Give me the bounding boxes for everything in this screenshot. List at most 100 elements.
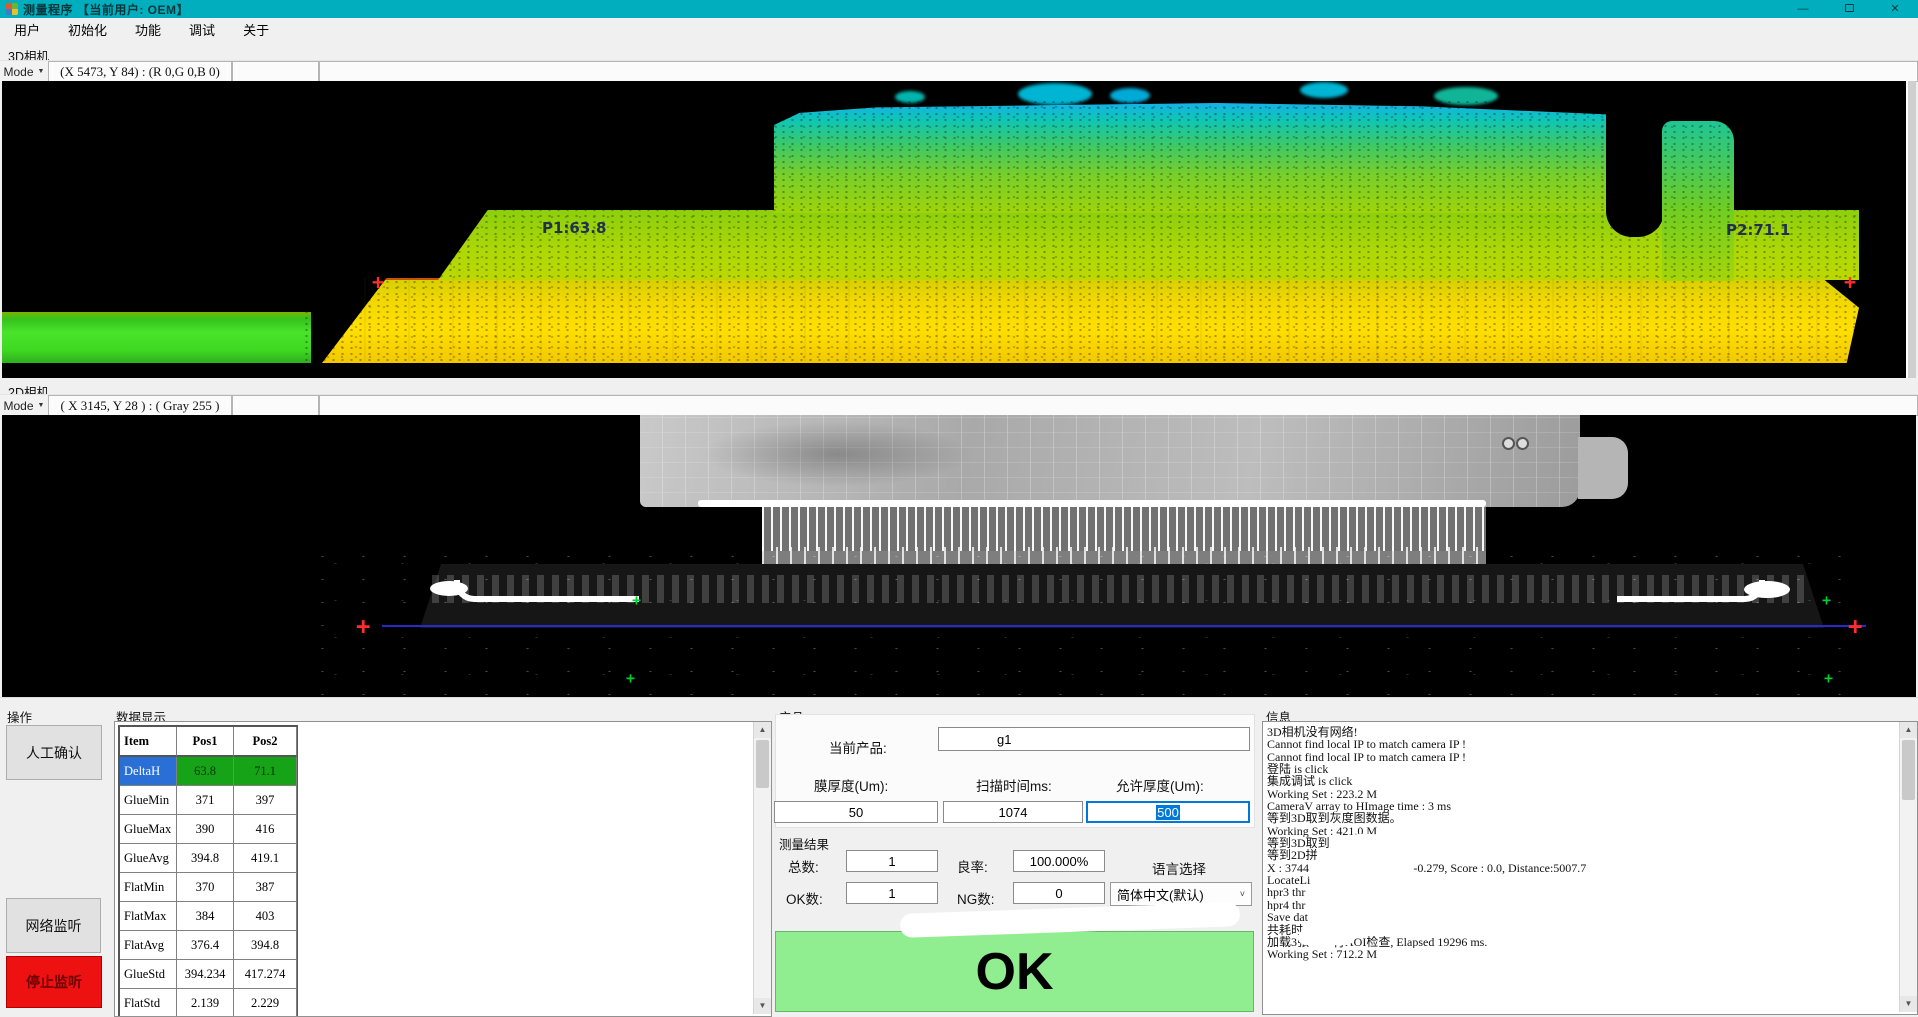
allow-thickness-input[interactable]: 500 (1086, 801, 1250, 823)
info-log-scrollbar[interactable]: ▲ ▼ (1899, 722, 1917, 1012)
result-status-banner: OK (775, 931, 1254, 1012)
title-bar: 测量程序 【当前用户: OEM】 — ✕ (0, 0, 1918, 18)
camera-3d-status-cell-3 (319, 61, 1918, 82)
scrollbar-thumb[interactable] (756, 740, 769, 788)
ok-count-label: OK数: (786, 888, 823, 908)
scroll-down-icon[interactable]: ▼ (754, 998, 771, 1014)
table-cell: GlueMin (120, 786, 177, 815)
camera-3d-mode-dropdown[interactable]: Mode ▼ (0, 61, 48, 82)
crosshair-marker: + (1848, 621, 1862, 631)
table-row[interactable]: FlatStd2.1392.229 (120, 989, 297, 1017)
camera-2d-image-view[interactable]: + + + + + + (2, 415, 1916, 697)
camera-2d-mode-dropdown[interactable]: Mode ▼ (0, 395, 48, 416)
camera-3d-status-cell-2 (232, 61, 319, 82)
table-row[interactable]: FlatMax384403 (120, 902, 297, 931)
redaction-blob (942, 730, 996, 748)
chevron-down-icon: ▼ (38, 402, 45, 409)
table-row[interactable]: FlatAvg376.4394.8 (120, 931, 297, 960)
chevron-down-icon: ▼ (38, 68, 45, 75)
redaction-blob (1298, 930, 1354, 945)
table-cell: FlatMin (120, 873, 177, 902)
scroll-up-icon[interactable]: ▲ (1900, 722, 1917, 738)
language-select-value: 简体中文(默认) (1117, 885, 1204, 904)
camera-2d-pixel-status: ( X 3145, Y 28 ) : ( Gray 255 ) (48, 395, 232, 416)
menu-bar: 用户初始化功能调试关于 (0, 18, 1918, 44)
crosshair-marker: + (356, 621, 370, 631)
window-title: 测量程序 【当前用户: OEM】 (23, 1, 189, 18)
pcb-via (1502, 437, 1515, 450)
locate-marker: + (1824, 673, 1833, 683)
menu-item-3[interactable]: 调试 (175, 18, 229, 44)
app-icon (6, 3, 18, 15)
camera-2d-status-cell-2 (232, 395, 319, 416)
yield-input[interactable]: 100.000% (1013, 850, 1105, 872)
table-cell: 63.8 (177, 757, 234, 786)
table-row[interactable]: FlatMin370387 (120, 873, 297, 902)
current-product-input[interactable]: g1 (938, 727, 1250, 751)
scroll-up-icon[interactable]: ▲ (754, 722, 771, 738)
table-cell: 417.274 (234, 960, 297, 989)
ng-count-input[interactable]: 0 (1013, 882, 1105, 904)
menu-item-0[interactable]: 用户 (0, 18, 54, 44)
yield-label: 良率: (957, 856, 988, 876)
menu-item-4[interactable]: 关于 (229, 18, 283, 44)
table-cell: 394.8 (234, 931, 297, 960)
data-table-scrollbar[interactable]: ▲ ▼ (753, 722, 771, 1014)
ok-count-input[interactable]: 1 (846, 882, 938, 904)
camera-3d-image-view[interactable]: P1:63.8 P2:71.1 + + (2, 81, 1916, 378)
log-line-7: 等到3D取到灰度图数据。 (1267, 812, 1897, 824)
heightmap-speckle (1300, 82, 1348, 98)
table-cell: FlatStd (120, 989, 177, 1017)
table-cell: 2.139 (177, 989, 234, 1017)
log-line-17: 加载3张 行AOI检查, Elapsed 19296 ms. (1267, 936, 1897, 948)
table-cell: 394.8 (177, 844, 234, 873)
table-cell: 416 (234, 815, 297, 844)
total-input[interactable]: 1 (846, 850, 938, 872)
data-display-box: ItemPos1Pos2DeltaH63.871.1GlueMin371397G… (114, 721, 772, 1017)
log-line-1: Cannot find local IP to match camera IP … (1267, 738, 1897, 750)
film-thickness-input[interactable]: 50 (774, 801, 938, 823)
log-line-4: 集成调试 is click (1267, 775, 1897, 787)
table-cell: 397 (234, 786, 297, 815)
table-cell: 370 (177, 873, 234, 902)
locate-marker: + (632, 595, 641, 605)
menu-item-2[interactable]: 功能 (121, 18, 175, 44)
network-listen-button[interactable]: 网络监听 (6, 898, 101, 953)
selected-text: 500 (1156, 805, 1180, 820)
table-cell: 403 (234, 902, 297, 931)
table-row[interactable]: GlueMin371397 (120, 786, 297, 815)
film-thickness-label: 膜厚度(Um): (814, 775, 888, 795)
table-row[interactable]: GlueAvg394.8419.1 (120, 844, 297, 873)
image-noise (302, 545, 1862, 695)
table-row[interactable]: GlueMax390416 (120, 815, 297, 844)
manual-confirm-button[interactable]: 人工确认 (6, 725, 102, 780)
scan-time-input[interactable]: 1074 (943, 801, 1083, 823)
bottom-panel: 操作 人工确认 网络监听 停止监听 数据显示 ItemPos1Pos2Delta… (0, 697, 1918, 1017)
total-label: 总数: (788, 856, 819, 876)
pcb-shade (702, 421, 972, 487)
log-line-0: 3D相机没有网络! (1267, 726, 1897, 738)
scroll-down-icon[interactable]: ▼ (1900, 996, 1917, 1012)
maximize-button[interactable] (1826, 0, 1872, 18)
table-row[interactable]: DeltaH63.871.1 (120, 757, 297, 786)
stop-listen-button[interactable]: 停止监听 (6, 956, 102, 1008)
pcb-right-tab (1578, 437, 1628, 499)
table-cell: GlueAvg (120, 844, 177, 873)
log-line-5: Working Set : 223.2 M (1267, 788, 1897, 800)
measurement-line (382, 625, 1866, 627)
scrollbar-thumb[interactable] (1902, 740, 1915, 800)
table-cell: GlueMax (120, 815, 177, 844)
measure-point-1-label: P1:63.8 (542, 219, 606, 237)
redaction-blob (1318, 900, 1598, 926)
scan-time-label: 扫描时间ms: (976, 775, 1052, 795)
current-product-label: 当前产品: (829, 737, 887, 757)
table-row[interactable]: GlueStd394.234417.274 (120, 960, 297, 989)
minimize-button[interactable]: — (1780, 0, 1826, 18)
locate-marker: + (626, 673, 635, 683)
redaction-blob (1666, 904, 1890, 926)
close-button[interactable]: ✕ (1872, 0, 1918, 18)
table-cell: 2.229 (234, 989, 297, 1017)
window-controls: — ✕ (1780, 0, 1918, 18)
menu-item-1[interactable]: 初始化 (54, 18, 121, 44)
image-right-strip (1906, 81, 1916, 378)
